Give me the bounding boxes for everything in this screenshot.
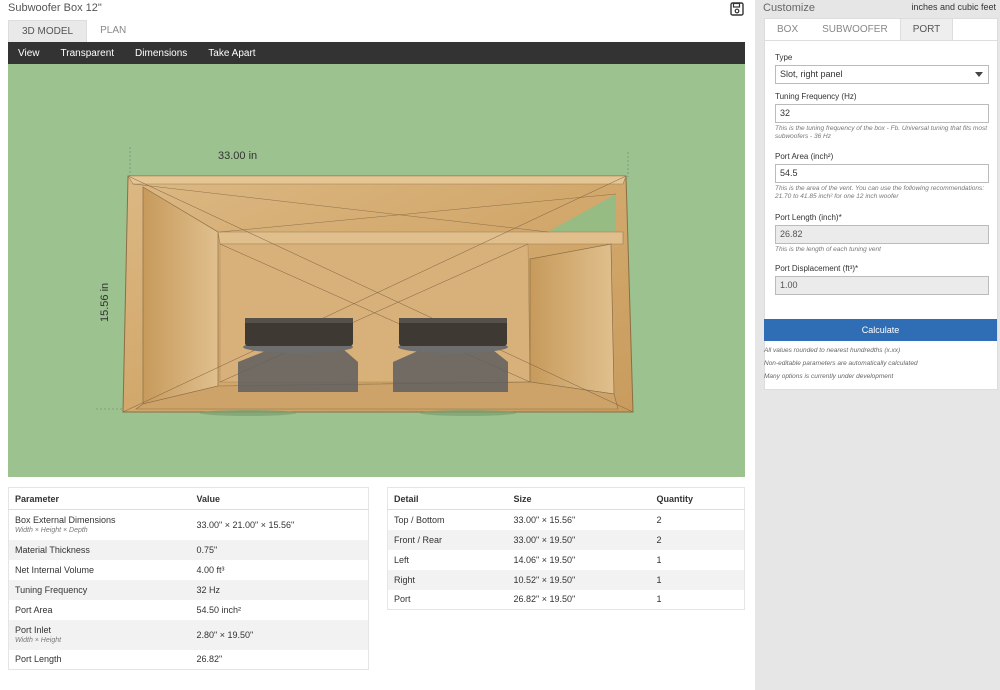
tab-box[interactable]: BOX [765,19,810,40]
tuning-frequency-label: Tuning Frequency (Hz) [775,92,857,101]
row-label: Top / Bottom [394,514,445,525]
title-row: Subwoofer Box 12" [8,2,744,18]
note-auto-calculated: Non-editable parameters are automaticall… [764,360,918,367]
save-icon[interactable] [730,2,744,16]
row-size: 33.00" × 19.50" [507,529,651,550]
parameters-table: Parameter Value Box External Dimensions W… [8,487,369,670]
port-type-value: Slot, right panel [780,69,843,79]
port-area-help: This is the area of the vent. You can us… [775,185,985,200]
take-apart-menu[interactable]: Take Apart [208,48,255,59]
row-label: Left [394,554,410,565]
row-label: Right [387,569,508,590]
port-displacement-field: 1.00 [775,276,989,295]
tab-3d-model[interactable]: 3D MODEL [8,20,88,42]
header-value: Value [190,487,369,510]
row-size: 14.06" × 19.50" [513,554,576,565]
row-sublabel: Width × Height × Depth [15,527,88,535]
type-label: Type [775,53,793,62]
row-value: 2.80" × 19.50" [190,619,369,650]
tuning-frequency-input[interactable]: 32 [775,104,989,123]
port-type-select[interactable]: Slot, right panel [775,65,989,84]
subwoofer-right [393,318,508,392]
tab-subwoofer[interactable]: SUBWOOFER [810,19,900,40]
table-row: Top / Bottom 33.00" × 15.56" 2 [388,510,745,530]
row-value: 54.50 inch² [196,604,242,615]
tuning-frequency-help: This is the tuning frequency of the box … [775,125,988,140]
row-label: Port Length [15,654,62,665]
table-row: Net Internal Volume 4.00 ft³ [9,560,369,580]
row-label: Port [394,594,411,605]
row-label: Material Thickness [8,539,191,560]
table-header-row: Detail Size Quantity [387,487,745,510]
table-row: Port 26.82" × 19.50" 1 [388,590,745,610]
table-row: Port Area 54.50 inch² [9,600,369,620]
row-value: 0.75" [190,539,369,560]
row-label: Box External Dimensions [15,515,116,526]
row-quantity: 2 [656,514,662,525]
row-size: 33.00" × 15.56" [513,514,576,525]
tab-plan[interactable]: PLAN [87,20,139,42]
note-development: Many options is currently under developm… [764,373,894,380]
row-quantity: 1 [656,554,662,565]
header-size: Size [507,487,651,510]
view-menu[interactable]: View [18,48,40,59]
port-displacement-label: Port Displacement (ft³)* [775,264,859,273]
row-value: 33.00" × 21.00" × 15.56" [196,519,295,530]
port-area-input[interactable]: 54.5 [775,164,989,183]
row-value: 32 Hz [190,579,369,600]
customize-header: Customize inches and cubic feet [763,2,996,16]
note-rounding: All values rounded to nearest hundredths… [764,347,901,354]
header-detail: Detail [387,487,508,510]
box-render: 33.00 in 15.56 in [96,147,634,416]
port-length-field: 26.82 [775,225,989,244]
model-panel: Subwoofer Box 12" 3D MODEL PLAN View Tra… [0,0,755,690]
model-toolbar: View Transparent Dimensions Take Apart [8,42,745,64]
dimensions-menu[interactable]: Dimensions [135,48,187,59]
subwoofer-left [238,318,358,392]
units-selector[interactable]: inches and cubic feet [911,2,996,16]
table-row: Port Length 26.82" [9,650,369,670]
table-header-row: Parameter Value [8,487,369,510]
table-row: Port Inlet Width × Height 2.80" × 19.50" [8,619,369,650]
row-value: 26.82" [196,654,223,665]
table-row: Left 14.06" × 19.50" 1 [388,550,745,570]
row-label: Net Internal Volume [15,564,95,575]
3d-viewport[interactable]: 33.00 in 15.56 in [8,64,745,477]
row-value: 4.00 ft³ [196,564,225,575]
view-tabs: 3D MODEL PLAN [8,20,139,42]
calculate-button[interactable]: Calculate [764,319,997,341]
table-row: Tuning Frequency 32 Hz [8,579,369,600]
table-row: Right 10.52" × 19.50" 1 [387,569,745,590]
customize-tabs: BOX SUBWOOFER PORT [765,19,997,41]
row-sublabel: Width × Height [15,637,62,644]
chevron-down-icon [975,72,983,77]
port-length-label: Port Length (inch)* [775,213,842,222]
row-label: Tuning Frequency [8,579,191,600]
row-label: Port Inlet [15,625,52,635]
row-quantity: 1 [650,569,745,590]
header-quantity: Quantity [650,487,745,510]
row-quantity: 2 [650,529,745,550]
header-parameter: Parameter [8,487,191,510]
port-length-help: This is the length of each tuning vent [775,246,881,253]
row-label: Front / Rear [387,529,508,550]
customize-title: Customize [763,2,815,14]
row-size: 26.82" × 19.50" [513,594,576,605]
row-quantity: 1 [656,594,662,605]
height-dimension-label: 15.56 in [99,283,111,322]
row-label: Port Area [15,604,53,615]
width-dimension-label: 33.00 in [218,150,257,162]
cut-list-table: Detail Size Quantity Top / Bottom 33.00"… [387,487,745,610]
table-row: Box External Dimensions Width × Height × … [9,510,369,540]
port-area-label: Port Area (inch²) [775,152,834,161]
tab-port[interactable]: PORT [899,19,954,40]
table-row: Front / Rear 33.00" × 19.50" 2 [387,529,745,550]
transparent-menu[interactable]: Transparent [61,48,115,59]
row-size: 10.52" × 19.50" [507,569,651,590]
page-title: Subwoofer Box 12" [8,2,102,14]
table-row: Material Thickness 0.75" [8,539,369,560]
